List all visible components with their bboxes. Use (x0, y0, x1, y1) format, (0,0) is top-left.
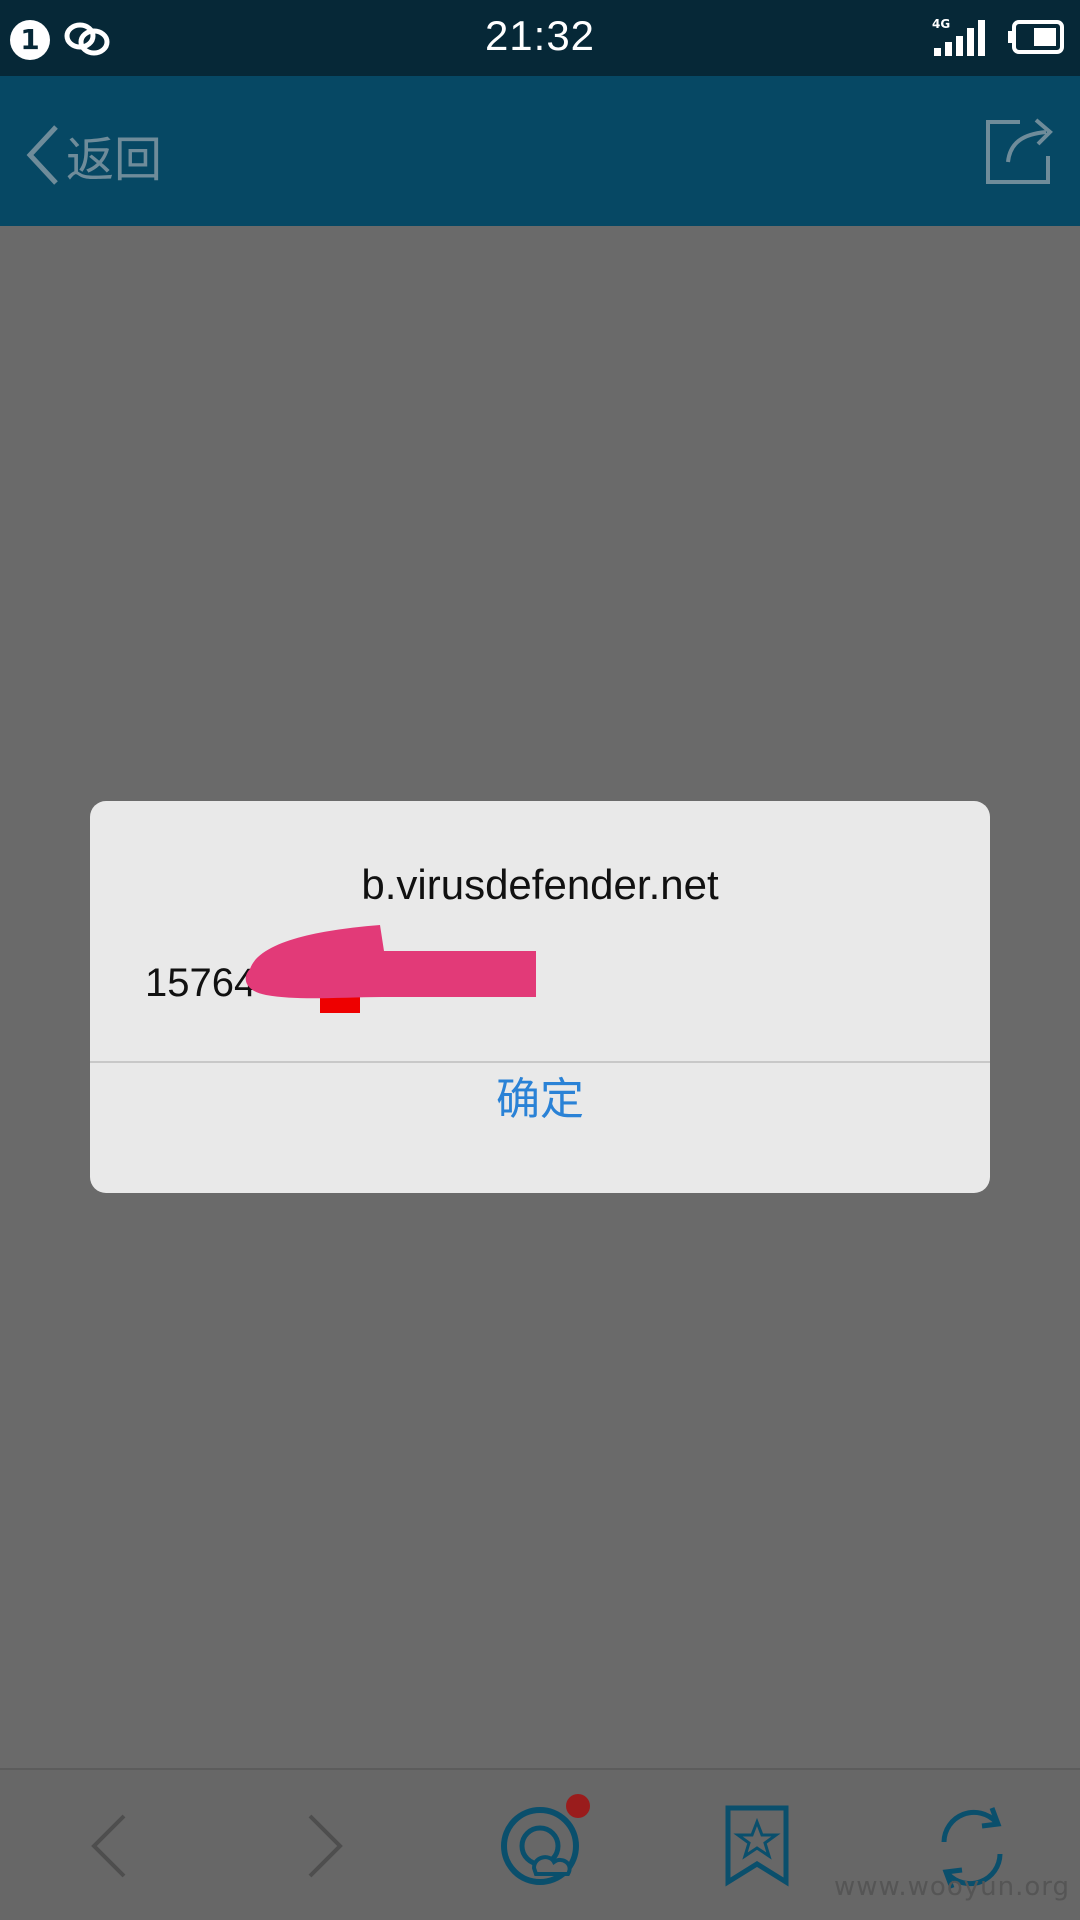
battery-icon (1008, 20, 1064, 54)
back-label: 返回 (66, 132, 163, 188)
notification-dot (566, 1794, 590, 1818)
bookmark-star-icon[interactable] (722, 1770, 792, 1920)
redaction-scribble (245, 925, 536, 1013)
back-icon[interactable] (80, 1770, 140, 1920)
nav-bar: 返回 (0, 76, 1080, 226)
watermark: www.wooyun.org (833, 1872, 1070, 1902)
browser-home-icon[interactable] (490, 1770, 590, 1920)
confirm-button[interactable]: 确定 (90, 1063, 990, 1193)
network-label: 4G (932, 17, 950, 31)
back-button[interactable]: 返回 (22, 120, 162, 190)
status-bar: 1 21:32 4G (0, 0, 1080, 76)
share-icon[interactable] (980, 112, 1060, 192)
status-clock: 21:32 (484, 12, 596, 59)
alert-dialog: b.virusdefender.net 15764 确定 (90, 801, 990, 1193)
forward-icon[interactable] (294, 1770, 354, 1920)
chevron-left-icon (26, 125, 58, 185)
signal-icon: 4G (932, 17, 985, 56)
dialog-title: b.virusdefender.net (361, 861, 719, 908)
